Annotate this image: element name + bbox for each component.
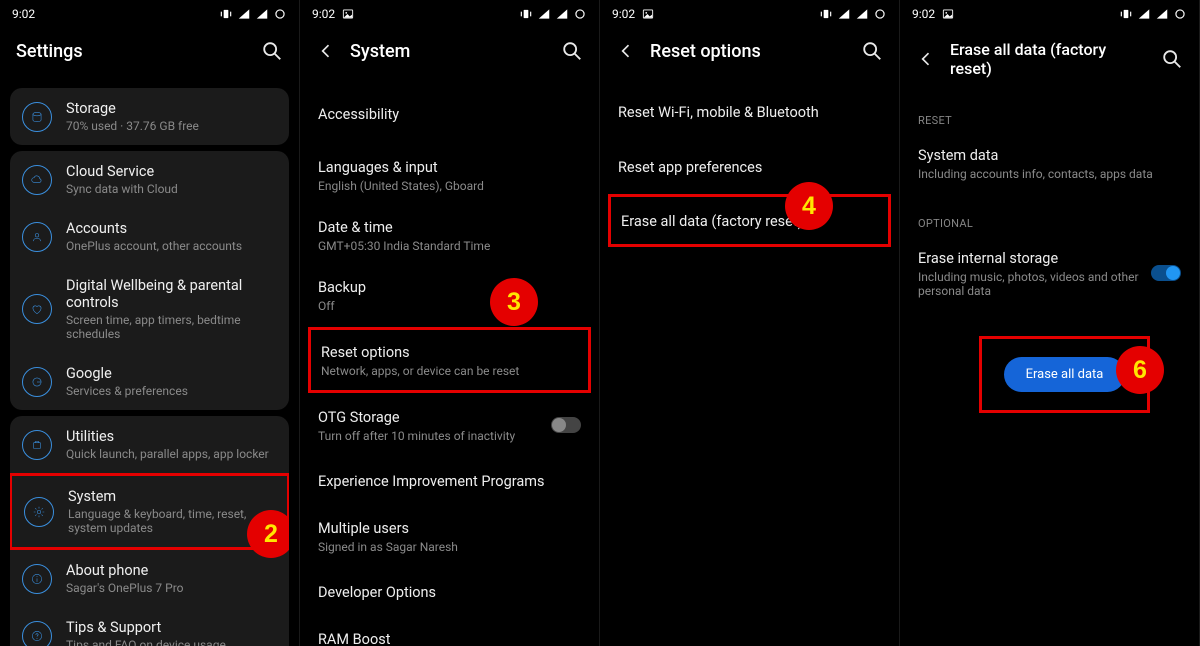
row-reset-apps[interactable]: Reset app preferences [600, 141, 899, 192]
storage-card[interactable]: Storage 70% used · 37.76 GB free [10, 88, 289, 145]
screen-reset-options: 9:02 Reset options Reset Wi-Fi, mobile &… [600, 0, 900, 646]
row-reset-options[interactable]: Reset options Network, apps, or device c… [308, 327, 591, 393]
google-icon [22, 367, 52, 397]
row-datetime[interactable]: Date & timeGMT+05:30 India Standard Time [300, 205, 599, 265]
status-time: 9:02 [312, 7, 335, 21]
vibrate-icon [1119, 7, 1133, 21]
search-icon[interactable] [261, 40, 283, 62]
row-about[interactable]: About phoneSagar's OnePlus 7 Pro [10, 550, 289, 607]
row-erase-all[interactable]: Erase all data (factory reset) [608, 194, 891, 247]
otg-toggle[interactable] [551, 417, 581, 433]
back-icon[interactable] [916, 49, 936, 69]
signal-icon-2 [1155, 7, 1169, 21]
vibrate-icon [519, 7, 533, 21]
row-systemdata[interactable]: System data Including accounts info, con… [900, 133, 1199, 193]
page-title: Settings [16, 41, 247, 62]
screenshot-icon [341, 7, 355, 21]
signal-icon [537, 7, 551, 21]
row-erase-storage[interactable]: Erase internal storage Including music, … [900, 236, 1199, 310]
accounts-card: Cloud ServiceSync data with Cloud Accoun… [10, 151, 289, 410]
utilities-icon [22, 430, 52, 460]
storage-title: Storage [66, 100, 199, 117]
search-icon[interactable] [561, 40, 583, 62]
tips-icon [22, 621, 52, 646]
back-icon[interactable] [316, 41, 336, 61]
status-bar: 9:02 [600, 0, 899, 28]
row-backup[interactable]: BackupOff [300, 265, 599, 325]
row-wellbeing[interactable]: Digital Wellbeing & parental controlsScr… [10, 265, 289, 353]
battery-circle-icon [873, 7, 887, 21]
status-bar: 9:02 [900, 0, 1199, 28]
vibrate-icon [219, 7, 233, 21]
wellbeing-icon [22, 294, 52, 324]
step-badge-4: 4 [785, 182, 833, 230]
reset-caption: RESET [900, 98, 1199, 133]
row-accounts[interactable]: AccountsOnePlus account, other accounts [10, 208, 289, 265]
optional-caption: OPTIONAL [900, 193, 1199, 236]
signal-icon [237, 7, 251, 21]
signal-icon [1137, 7, 1151, 21]
about-icon [22, 564, 52, 594]
row-utilities[interactable]: UtilitiesQuick launch, parallel apps, ap… [10, 416, 289, 473]
search-icon[interactable] [1161, 48, 1183, 70]
signal-icon-2 [255, 7, 269, 21]
row-reset-wifi[interactable]: Reset Wi-Fi, mobile & Bluetooth [600, 82, 899, 141]
signal-icon [837, 7, 851, 21]
status-time: 9:02 [12, 7, 35, 21]
row-otg[interactable]: OTG StorageTurn off after 10 minutes of … [300, 395, 599, 455]
row-languages[interactable]: Languages & inputEnglish (United States)… [300, 145, 599, 205]
back-icon[interactable] [616, 41, 636, 61]
row-cloud[interactable]: Cloud ServiceSync data with Cloud [10, 151, 289, 208]
header: Erase all data (factory reset) [900, 28, 1199, 98]
screen-settings: 9:02 Settings Storage 70% used · 37.76 G… [0, 0, 300, 646]
vibrate-icon [819, 7, 833, 21]
screenshot-icon [641, 7, 655, 21]
page-title: Reset options [650, 41, 847, 62]
status-bar: 9:02 [0, 0, 299, 28]
system-icon [24, 497, 54, 527]
step-badge-3: 3 [490, 278, 538, 326]
signal-icon-2 [855, 7, 869, 21]
screen-system: 9:02 System Accessibility Languages & in… [300, 0, 600, 646]
search-icon[interactable] [861, 40, 883, 62]
status-bar: 9:02 [300, 0, 599, 28]
signal-icon-2 [555, 7, 569, 21]
battery-circle-icon [273, 7, 287, 21]
battery-circle-icon [1173, 7, 1187, 21]
step-badge-6: 6 [1116, 346, 1164, 394]
screenshot-icon [941, 7, 955, 21]
erase-storage-toggle[interactable] [1151, 265, 1181, 281]
screen-factory-reset: 9:02 Erase all data (factory reset) RESE… [900, 0, 1200, 646]
row-devopts[interactable]: Developer Options [300, 566, 599, 617]
header: Settings [0, 28, 299, 82]
step-badge-2: 2 [247, 510, 289, 558]
erase-all-button[interactable]: Erase all data [1004, 357, 1126, 392]
storage-icon [22, 102, 52, 132]
cloud-icon [22, 165, 52, 195]
page-title: System [350, 41, 547, 62]
row-accessibility[interactable]: Accessibility [300, 82, 599, 145]
accounts-icon [22, 222, 52, 252]
header: Reset options [600, 28, 899, 82]
header: System [300, 28, 599, 82]
row-ramboost[interactable]: RAM BoostOptimize RAM utilization based … [300, 617, 599, 646]
page-title: Erase all data (factory reset) [950, 40, 1147, 78]
system-card: UtilitiesQuick launch, parallel apps, ap… [10, 416, 289, 646]
status-time: 9:02 [612, 7, 635, 21]
row-experience[interactable]: Experience Improvement Programs [300, 455, 599, 506]
row-google[interactable]: GoogleServices & preferences [10, 353, 289, 410]
battery-circle-icon [573, 7, 587, 21]
status-time: 9:02 [912, 7, 935, 21]
row-multiuser[interactable]: Multiple usersSigned in as Sagar Naresh [300, 506, 599, 566]
storage-sub: 70% used · 37.76 GB free [66, 119, 199, 133]
row-tips[interactable]: Tips & SupportTips and FAQ on device usa… [10, 607, 289, 646]
